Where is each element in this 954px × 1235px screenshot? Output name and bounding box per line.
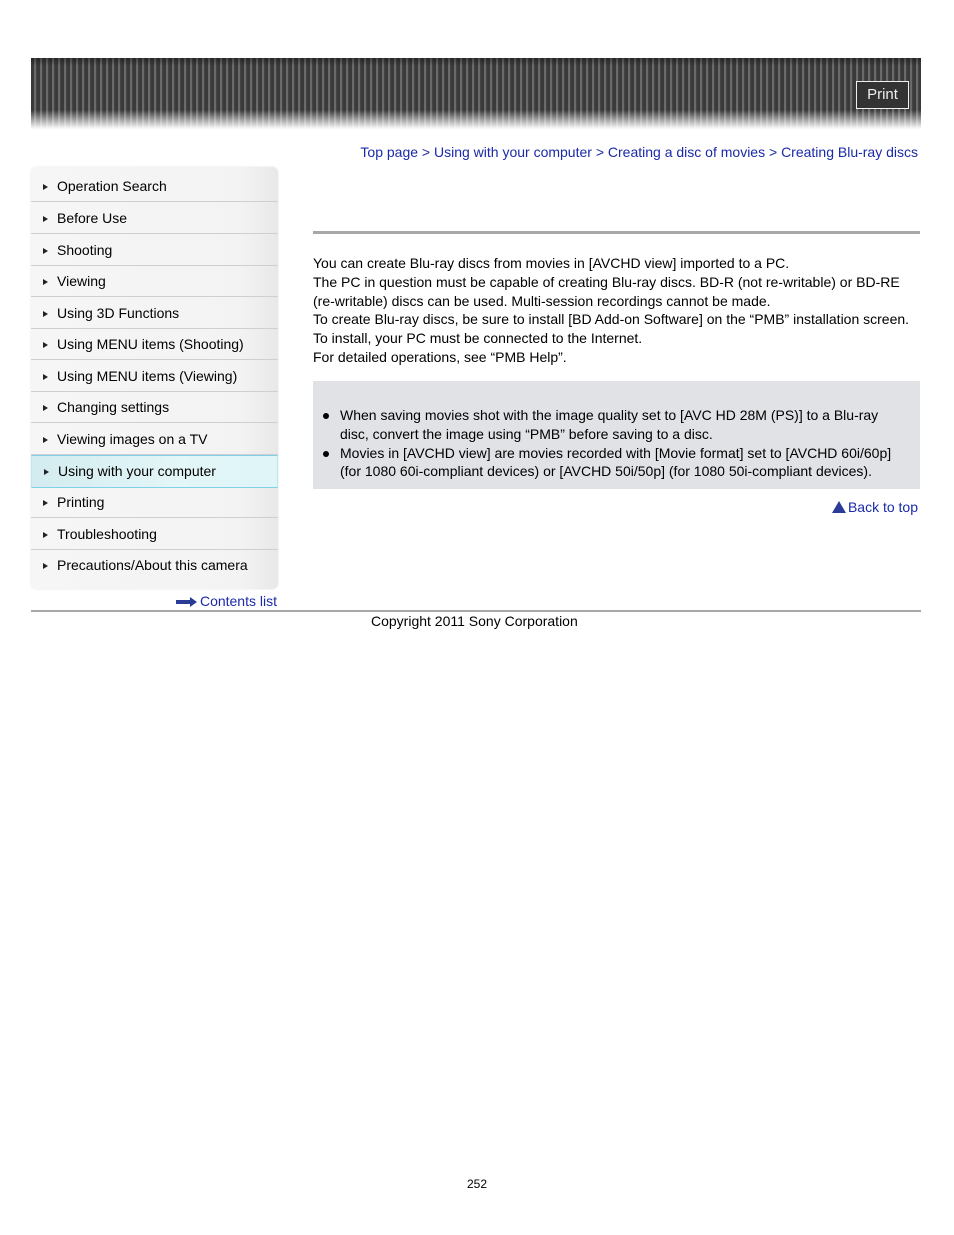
contents-list-link[interactable]: Contents list: [175, 593, 277, 609]
notes-list: When saving movies shot with the image q…: [313, 406, 920, 481]
arrow-right-icon: [44, 469, 49, 475]
sidebar-item-viewing-images-on-tv[interactable]: Viewing images on a TV: [31, 424, 278, 455]
copyright-text: Copyright 2011 Sony Corporation: [371, 613, 578, 629]
sidebar-item-label: Precautions/About this camera: [57, 557, 248, 573]
sidebar-item-label: Printing: [57, 494, 105, 510]
sidebar-item-shooting[interactable]: Shooting: [31, 235, 278, 266]
sidebar-item-label: Using MENU items (Viewing): [57, 368, 238, 384]
breadcrumb-top-page[interactable]: Top page: [360, 144, 418, 160]
bullet-icon: [323, 450, 329, 457]
sidebar-item-menu-viewing[interactable]: Using MENU items (Viewing): [31, 361, 278, 392]
sidebar-item-changing-settings[interactable]: Changing settings: [31, 392, 278, 423]
arrow-right-icon: [43, 563, 48, 569]
intro-text: You can create Blu-ray discs from movies…: [313, 254, 923, 367]
triangle-up-icon: [831, 501, 846, 513]
sidebar-item-before-use[interactable]: Before Use: [31, 203, 278, 234]
notes-box: When saving movies shot with the image q…: [313, 381, 920, 489]
sidebar-item-menu-shooting[interactable]: Using MENU items (Shooting): [31, 329, 278, 360]
arrow-right-icon: [43, 500, 48, 506]
sidebar-item-label: Changing settings: [57, 399, 170, 415]
arrow-right-icon: [43, 216, 48, 222]
back-to-top-label: Back to top: [847, 499, 918, 515]
sidebar-nav: Operation Search Before Use Shooting Vie…: [31, 167, 278, 589]
sidebar-item-viewing[interactable]: Viewing: [31, 266, 278, 297]
arrow-right-icon: [43, 342, 48, 348]
note-text: When saving movies shot with the image q…: [340, 407, 879, 442]
sidebar-item-printing[interactable]: Printing: [31, 487, 278, 518]
breadcrumb-creating-blu-ray-discs[interactable]: Creating Blu-ray discs: [781, 144, 918, 160]
print-button[interactable]: Print: [856, 81, 909, 109]
breadcrumb-separator: >: [768, 144, 782, 160]
header-banner: Print: [31, 58, 921, 130]
sidebar-item-label: Troubleshooting: [57, 526, 157, 542]
note-text: Movies in [AVCHD view] are movies record…: [340, 444, 892, 480]
sidebar-item-using-3d-functions[interactable]: Using 3D Functions: [31, 298, 278, 329]
breadcrumb: Top page > Using with your computer > Cr…: [360, 144, 918, 160]
sidebar-item-precautions[interactable]: Precautions/About this camera: [31, 550, 278, 581]
title-divider: [313, 231, 920, 234]
sidebar-item-label: Using with your computer: [58, 463, 216, 479]
arrow-right-icon: [43, 374, 48, 380]
sidebar-item-label: Operation Search: [57, 178, 167, 194]
arrow-right-icon: [43, 311, 48, 317]
footer-divider: [31, 610, 921, 612]
intro-line: To install, your PC must be connected to…: [313, 330, 643, 347]
sidebar-item-troubleshooting[interactable]: Troubleshooting: [31, 519, 278, 550]
sidebar-item-label: Using 3D Functions: [57, 305, 180, 321]
arrow-right-icon: [43, 532, 48, 538]
arrow-right-icon: [43, 437, 48, 443]
breadcrumb-using-with-your-computer[interactable]: Using with your computer: [434, 144, 592, 160]
note-item: Movies in [AVCHD view] are movies record…: [313, 444, 920, 482]
sidebar-item-using-with-your-computer[interactable]: Using with your computer: [31, 455, 278, 488]
sidebar-item-label: Shooting: [57, 242, 113, 258]
arrow-right-icon: [43, 405, 48, 411]
breadcrumb-separator: >: [421, 144, 434, 160]
arrow-right-icon: [43, 279, 48, 285]
arrow-right-icon: [43, 248, 48, 254]
bullet-icon: [323, 413, 329, 419]
breadcrumb-creating-a-disc-of-movies[interactable]: Creating a disc of movies: [608, 144, 765, 160]
breadcrumb-separator: >: [595, 144, 608, 160]
sidebar-item-label: Viewing images on a TV: [57, 431, 208, 447]
intro-line: The PC in question must be capable of cr…: [313, 273, 900, 309]
arrow-right-icon: [175, 597, 198, 608]
sidebar-item-operation-search[interactable]: Operation Search: [31, 171, 278, 202]
contents-list-label: Contents list: [199, 593, 277, 609]
note-item: When saving movies shot with the image q…: [313, 406, 920, 444]
sidebar-item-label: Before Use: [57, 210, 128, 226]
sidebar-item-label: Viewing: [57, 273, 106, 289]
page-number: 252: [466, 1177, 488, 1191]
back-to-top-link[interactable]: Back to top: [831, 499, 918, 515]
intro-line: To create Blu-ray discs, be sure to inst…: [313, 311, 910, 328]
sidebar-item-label: Using MENU items (Shooting): [57, 336, 244, 352]
intro-line: For detailed operations, see “PMB Help”.: [313, 348, 567, 365]
intro-line: You can create Blu-ray discs from movies…: [313, 255, 790, 271]
arrow-right-icon: [43, 184, 48, 190]
